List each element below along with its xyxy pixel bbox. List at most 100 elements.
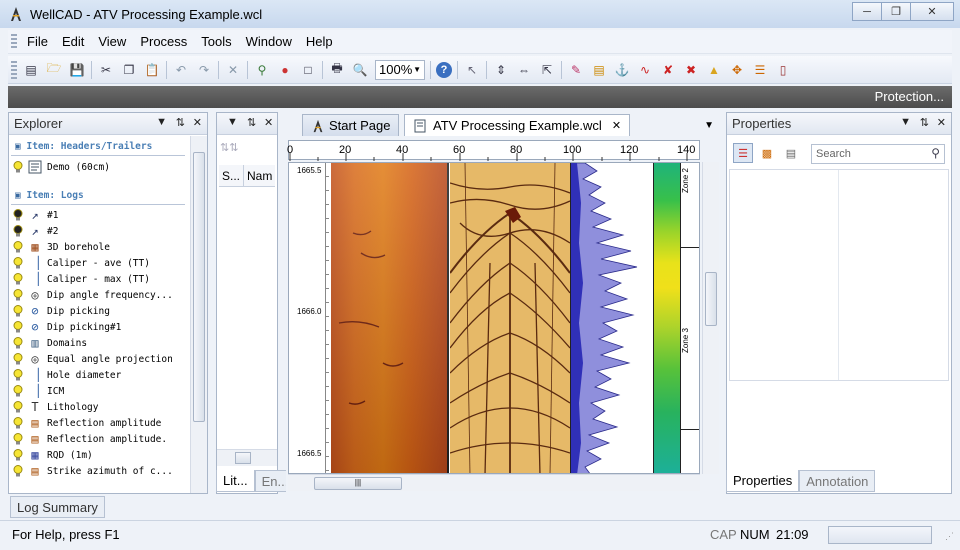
doc-vscroll-thumb[interactable] [705, 272, 717, 326]
tab-start-page[interactable]: Start Page [302, 114, 400, 136]
copy-icon[interactable]: ❐ [120, 61, 138, 79]
fill-icon[interactable]: ▲ [705, 61, 723, 79]
resize-grip-icon[interactable]: ⋰ [945, 531, 954, 542]
move-tool-icon[interactable]: ✥ [728, 61, 746, 79]
close-icon[interactable]: ✕ [937, 116, 946, 129]
list-item[interactable]: ⊘ Dip picking#1 [9, 319, 187, 335]
tab-lithology[interactable]: Lit... [216, 470, 255, 492]
anchor-icon[interactable]: ⚓ [613, 61, 631, 79]
bulb-icon[interactable] [13, 465, 23, 477]
list-item[interactable]: ↗ #2 [9, 223, 187, 239]
help-icon[interactable]: ? [436, 61, 452, 78]
zoom-select[interactable]: 100% ▼ [375, 59, 425, 80]
menu-file[interactable]: File [25, 34, 50, 49]
resize-icon[interactable]: ⇔ [515, 61, 533, 79]
chart-line-icon[interactable]: ∿ [636, 61, 654, 79]
maximize-button[interactable]: ❐ [881, 2, 911, 21]
doc-hscroll-thumb[interactable]: ||| [314, 477, 402, 490]
bulb-icon[interactable] [13, 385, 23, 397]
section-logs[interactable]: ▣ Item: Logs [11, 185, 185, 205]
bulb-icon[interactable] [13, 289, 23, 301]
select-region-icon[interactable]: ⇱ [538, 61, 556, 79]
protection-label[interactable]: Protection... [875, 89, 944, 104]
bulb-icon[interactable] [13, 257, 23, 269]
close-icon[interactable]: ✕ [264, 116, 273, 129]
tab-log-summary[interactable]: Log Summary [10, 496, 105, 518]
explorer-scroll-thumb[interactable] [193, 152, 205, 422]
amplitude-image-track[interactable] [331, 163, 449, 473]
list-item[interactable]: ◎ Equal angle projection [9, 351, 187, 367]
search-icon[interactable]: ⚲ [931, 146, 940, 160]
bulb-icon[interactable] [13, 433, 23, 445]
zones-track[interactable]: Zone 2 Zone 3 [681, 163, 699, 473]
bulb-icon[interactable] [13, 449, 23, 461]
delete-icon[interactable]: ✕ [224, 61, 242, 79]
eraser-icon[interactable]: ✘ [659, 61, 677, 79]
print-preview-icon[interactable]: 🔍 [351, 61, 369, 79]
close-button[interactable]: ✕ [910, 2, 954, 21]
menu-process[interactable]: Process [138, 34, 189, 49]
list-item[interactable]: ▥ Domains [9, 335, 187, 351]
pin-icon[interactable]: ⇅ [247, 116, 256, 129]
list-item[interactable]: ◎ Dip angle frequency... [9, 287, 187, 303]
color-bar-track[interactable] [653, 163, 681, 473]
menu-tools[interactable]: Tools [199, 34, 233, 49]
image-track[interactable] [450, 163, 570, 473]
section-headers-trailers[interactable]: ▣ Item: Headers/Trailers [11, 136, 185, 156]
bulb-icon[interactable] [13, 209, 23, 221]
list-item[interactable]: ⊘ Dip picking [9, 303, 187, 319]
print-icon[interactable]: 🖶 [328, 61, 346, 79]
pin-icon[interactable]: ⇅ [176, 116, 185, 129]
menu-view[interactable]: View [96, 34, 128, 49]
pointer-icon[interactable]: ↖ [463, 61, 481, 79]
property-grid[interactable] [729, 169, 949, 381]
minimize-button[interactable]: ─ [852, 2, 882, 21]
find-icon[interactable]: ⚲ [253, 61, 271, 79]
list-item[interactable]: ▕ Caliper - max (TT) [9, 271, 187, 287]
property-pages-icon[interactable]: ▤ [781, 143, 801, 163]
close-icon[interactable]: ✕ [193, 116, 202, 129]
pin-icon[interactable]: ⇅ [920, 116, 929, 129]
menu-grip-icon[interactable] [11, 33, 17, 50]
note-icon[interactable]: ▤ [590, 61, 608, 79]
bulb-icon[interactable] [13, 353, 23, 365]
tabs-dropdown-icon[interactable]: ▼ [704, 120, 714, 131]
page-icon[interactable]: □ [299, 61, 317, 79]
toolbar-grip-icon[interactable] [11, 60, 17, 79]
doc-vscrollbar[interactable] [702, 162, 719, 474]
list-item[interactable]: ▕ ICM [9, 383, 187, 399]
list-item[interactable]: ▕ Caliper - ave (TT) [9, 255, 187, 271]
cross-tool-icon[interactable]: ✖ [682, 61, 700, 79]
list-item[interactable]: ▦ 3D borehole [9, 239, 187, 255]
marker-icon[interactable]: ● [276, 61, 294, 79]
bulb-icon[interactable] [13, 401, 23, 413]
search-input[interactable]: Search ⚲ [811, 144, 945, 164]
list-item[interactable]: ▕ Hole diameter [9, 367, 187, 383]
move-vertical-icon[interactable]: ⇕ [492, 61, 510, 79]
menu-help[interactable]: Help [304, 34, 335, 49]
bulb-icon[interactable] [13, 369, 23, 381]
categorized-icon[interactable]: ☰ [733, 143, 753, 163]
dropdown-icon[interactable]: ▼ [900, 116, 911, 128]
paste-icon[interactable]: 📋 [143, 61, 161, 79]
list-item[interactable]: ▤ Reflection amplitude [9, 415, 187, 431]
list-item[interactable]: ▤ Strike azimuth of c... [9, 463, 187, 479]
mid-hscrollbar[interactable] [217, 449, 277, 466]
tab-properties[interactable]: Properties [726, 470, 800, 492]
menu-edit[interactable]: Edit [60, 34, 86, 49]
bulb-icon[interactable] [13, 241, 23, 253]
undo-icon[interactable]: ↶ [172, 61, 190, 79]
mid-scroll-thumb[interactable] [235, 452, 251, 464]
redo-icon[interactable]: ↷ [195, 61, 213, 79]
bulb-icon[interactable] [13, 305, 23, 317]
open-folder-icon[interactable]: 🗁 [45, 61, 63, 79]
layers-icon[interactable]: ☰ [751, 61, 769, 79]
columns-icon[interactable]: ▯ [774, 61, 792, 79]
dropdown-icon[interactable]: ▼ [156, 116, 167, 128]
column-name[interactable]: Nam [244, 165, 275, 186]
column-s[interactable]: S... [219, 165, 244, 186]
save-icon[interactable]: 💾 [68, 61, 86, 79]
bulb-icon[interactable] [13, 225, 23, 237]
tab-atv-processing[interactable]: ATV Processing Example.wcl ✕ [404, 114, 631, 136]
bulb-icon[interactable] [13, 337, 23, 349]
